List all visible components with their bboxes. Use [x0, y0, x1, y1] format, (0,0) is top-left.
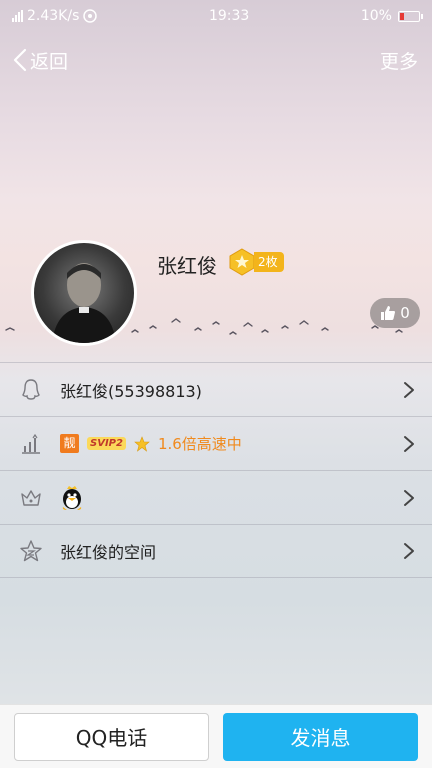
status-right: 10%	[360, 8, 423, 24]
back-label: 返回	[30, 50, 69, 73]
chevron-right-icon	[404, 489, 414, 506]
svip-badge: SVIP2	[87, 437, 126, 450]
qq-penguin-mascot-icon	[62, 485, 82, 510]
more-button[interactable]: 更多	[380, 47, 418, 74]
wifi-hotspot-icon	[83, 9, 98, 23]
row-qzone[interactable]: 张红俊的空间	[0, 524, 432, 578]
chevron-right-icon	[404, 435, 414, 452]
back-button[interactable]: 返回	[12, 47, 68, 74]
status-left: 2.43K/s	[12, 8, 98, 24]
qzone-star-icon	[18, 538, 44, 564]
medal-star-icon	[229, 248, 255, 276]
level-chart-icon	[18, 431, 44, 457]
avatar-portrait-image	[52, 263, 116, 343]
qzone-text: 张红俊的空间	[60, 543, 157, 562]
speed-status: 1.6倍高速中	[157, 435, 242, 453]
thumbs-up-icon	[381, 306, 396, 320]
star-icon	[134, 435, 150, 452]
medal-count: 2枚	[254, 252, 284, 272]
network-speed: 2.43K/s	[27, 8, 80, 24]
nav-bar: 返回 更多	[0, 40, 432, 80]
chevron-right-icon	[404, 543, 414, 559]
qq-call-button[interactable]: QQ电话	[14, 712, 209, 761]
like-count: 0	[400, 304, 410, 322]
clock: 19:33	[208, 8, 250, 24]
row-level-vip[interactable]: 靓 SVIP2 1.6倍高速中	[0, 416, 432, 470]
qq-penguin-outline-icon	[18, 377, 44, 403]
qq-account-text: 张红俊(55398813)	[60, 381, 202, 401]
profile-name: 张红俊	[157, 254, 217, 278]
action-bar: QQ电话 发消息	[0, 704, 432, 768]
chevron-left-icon	[13, 48, 27, 72]
signal-icon	[12, 10, 23, 22]
row-decoration[interactable]	[0, 470, 432, 524]
crown-outline-icon	[18, 485, 44, 511]
avatar[interactable]	[31, 240, 137, 346]
battery-percent: 10%	[360, 8, 392, 24]
battery-icon	[397, 10, 423, 22]
like-button[interactable]: 0	[370, 298, 420, 328]
status-bar: 2.43K/s 19:33 10%	[0, 0, 432, 32]
chevron-right-icon	[404, 381, 414, 398]
profile-info-list: 张红俊(55398813) 靓 SVIP2 1.6倍高速中 张红俊的空间	[0, 362, 432, 578]
liang-badge: 靓	[60, 434, 79, 453]
send-message-button[interactable]: 发消息	[223, 712, 418, 761]
medal-badge[interactable]: 2枚	[228, 248, 284, 276]
row-qq-account[interactable]: 张红俊(55398813)	[0, 362, 432, 416]
